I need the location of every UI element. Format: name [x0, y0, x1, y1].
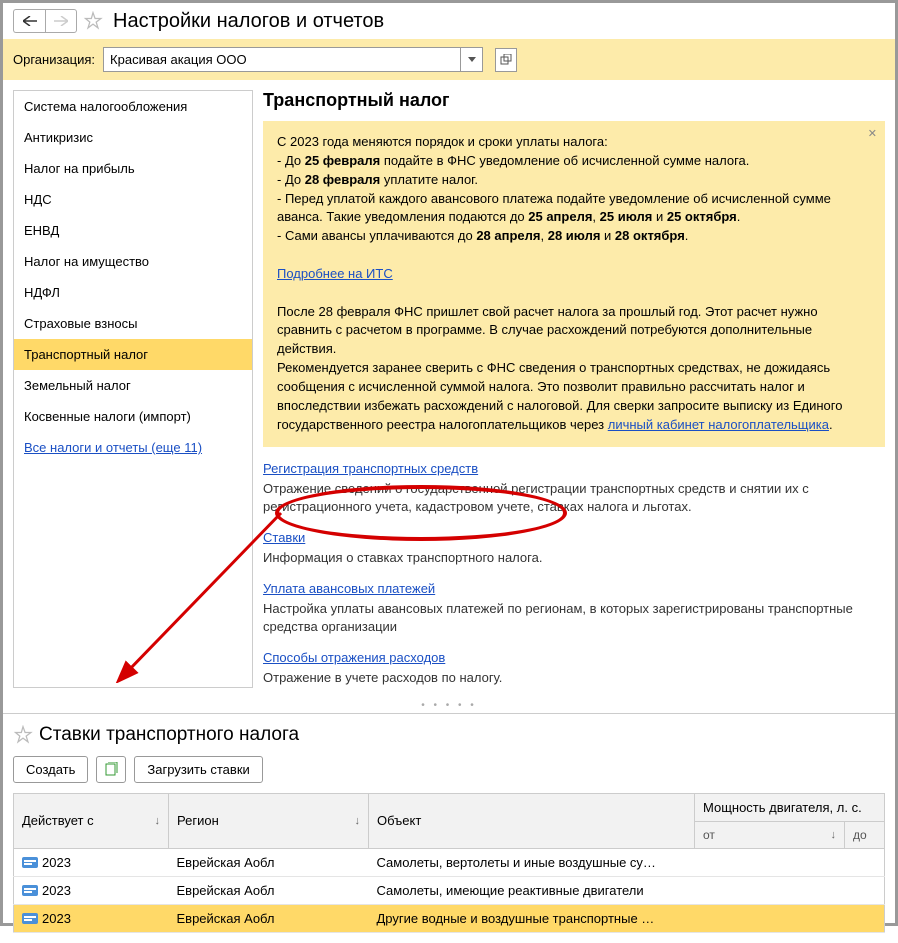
table-row[interactable]: 2023 Еврейская Аобл Самолеты, имеющие ре…: [14, 876, 885, 904]
table-row[interactable]: 2023 Еврейская Аобл Самолеты, вертолеты …: [14, 848, 885, 876]
back-button[interactable]: [13, 9, 45, 33]
col-region[interactable]: Регион↓: [169, 793, 369, 848]
close-icon[interactable]: ✕: [868, 127, 877, 143]
link-rates[interactable]: Ставки: [263, 530, 885, 545]
link-expenses[interactable]: Способы отражения расходов: [263, 650, 885, 665]
sidebar-more-link[interactable]: Все налоги и отчеты (еще 11): [14, 432, 252, 463]
sidebar: Система налогообложения Антикризис Налог…: [13, 90, 253, 688]
desc-expenses: Отражение в учете расходов по налогу.: [263, 669, 885, 687]
col-object[interactable]: Объект: [369, 793, 695, 848]
col-power-from[interactable]: от↓: [695, 821, 845, 848]
col-power[interactable]: Мощность двигателя, л. с.: [695, 793, 885, 821]
favorite-icon[interactable]: [13, 725, 33, 745]
splitter-handle[interactable]: • • • • •: [3, 698, 895, 713]
org-input[interactable]: [103, 47, 461, 72]
sidebar-item[interactable]: Земельный налог: [14, 370, 252, 401]
desc-rates: Информация о ставках транспортного налог…: [263, 549, 885, 567]
info-box: ✕ С 2023 года меняются порядок и сроки у…: [263, 121, 885, 447]
info-link-its[interactable]: Подробнее на ИТС: [277, 266, 393, 281]
desc-registration: Отражение сведений о государственной рег…: [263, 480, 885, 516]
rates-table: Действует с↓ Регион↓ Объект Мощность дви…: [13, 793, 885, 933]
sidebar-item[interactable]: НДС: [14, 184, 252, 215]
info-para2: После 28 февраля ФНС пришлет свой расчет…: [277, 303, 871, 360]
org-open-button[interactable]: [495, 48, 517, 72]
info-text: С 2023 года меняются порядок и сроки упл…: [277, 133, 871, 246]
sidebar-item[interactable]: Антикризис: [14, 122, 252, 153]
sidebar-item[interactable]: Налог на имущество: [14, 246, 252, 277]
page-title: Настройки налогов и отчетов: [113, 10, 384, 33]
row-icon: [22, 885, 38, 897]
col-valid-from[interactable]: Действует с↓: [14, 793, 169, 848]
sidebar-item[interactable]: ЕНВД: [14, 215, 252, 246]
org-label: Организация:: [13, 52, 95, 67]
info-link-lk[interactable]: личный кабинет налогоплательщика: [608, 417, 829, 432]
link-advance[interactable]: Уплата авансовых платежей: [263, 581, 885, 596]
copy-button[interactable]: [96, 756, 126, 783]
second-title: Ставки транспортного налога: [39, 724, 299, 746]
row-icon: [22, 857, 38, 869]
content-title: Транспортный налог: [263, 90, 885, 111]
sidebar-item[interactable]: НДФЛ: [14, 277, 252, 308]
org-dropdown-button[interactable]: [461, 47, 483, 72]
link-registration[interactable]: Регистрация транспортных средств: [263, 461, 885, 476]
favorite-icon[interactable]: [83, 11, 103, 31]
sidebar-item[interactable]: Страховые взносы: [14, 308, 252, 339]
create-button[interactable]: Создать: [13, 756, 88, 783]
sidebar-item[interactable]: Косвенные налоги (импорт): [14, 401, 252, 432]
sidebar-item[interactable]: Налог на прибыль: [14, 153, 252, 184]
forward-button[interactable]: [45, 9, 77, 33]
sidebar-item-transport-tax[interactable]: Транспортный налог: [14, 339, 252, 370]
sidebar-item[interactable]: Система налогообложения: [14, 91, 252, 122]
col-power-to[interactable]: до: [845, 821, 885, 848]
desc-advance: Настройка уплаты авансовых платежей по р…: [263, 600, 885, 636]
table-row[interactable]: 2023 Еврейская Аобл Другие водные и возд…: [14, 904, 885, 932]
row-icon: [22, 913, 38, 925]
load-rates-button[interactable]: Загрузить ставки: [134, 756, 262, 783]
info-para3: Рекомендуется заранее сверить с ФНС свед…: [277, 359, 871, 434]
